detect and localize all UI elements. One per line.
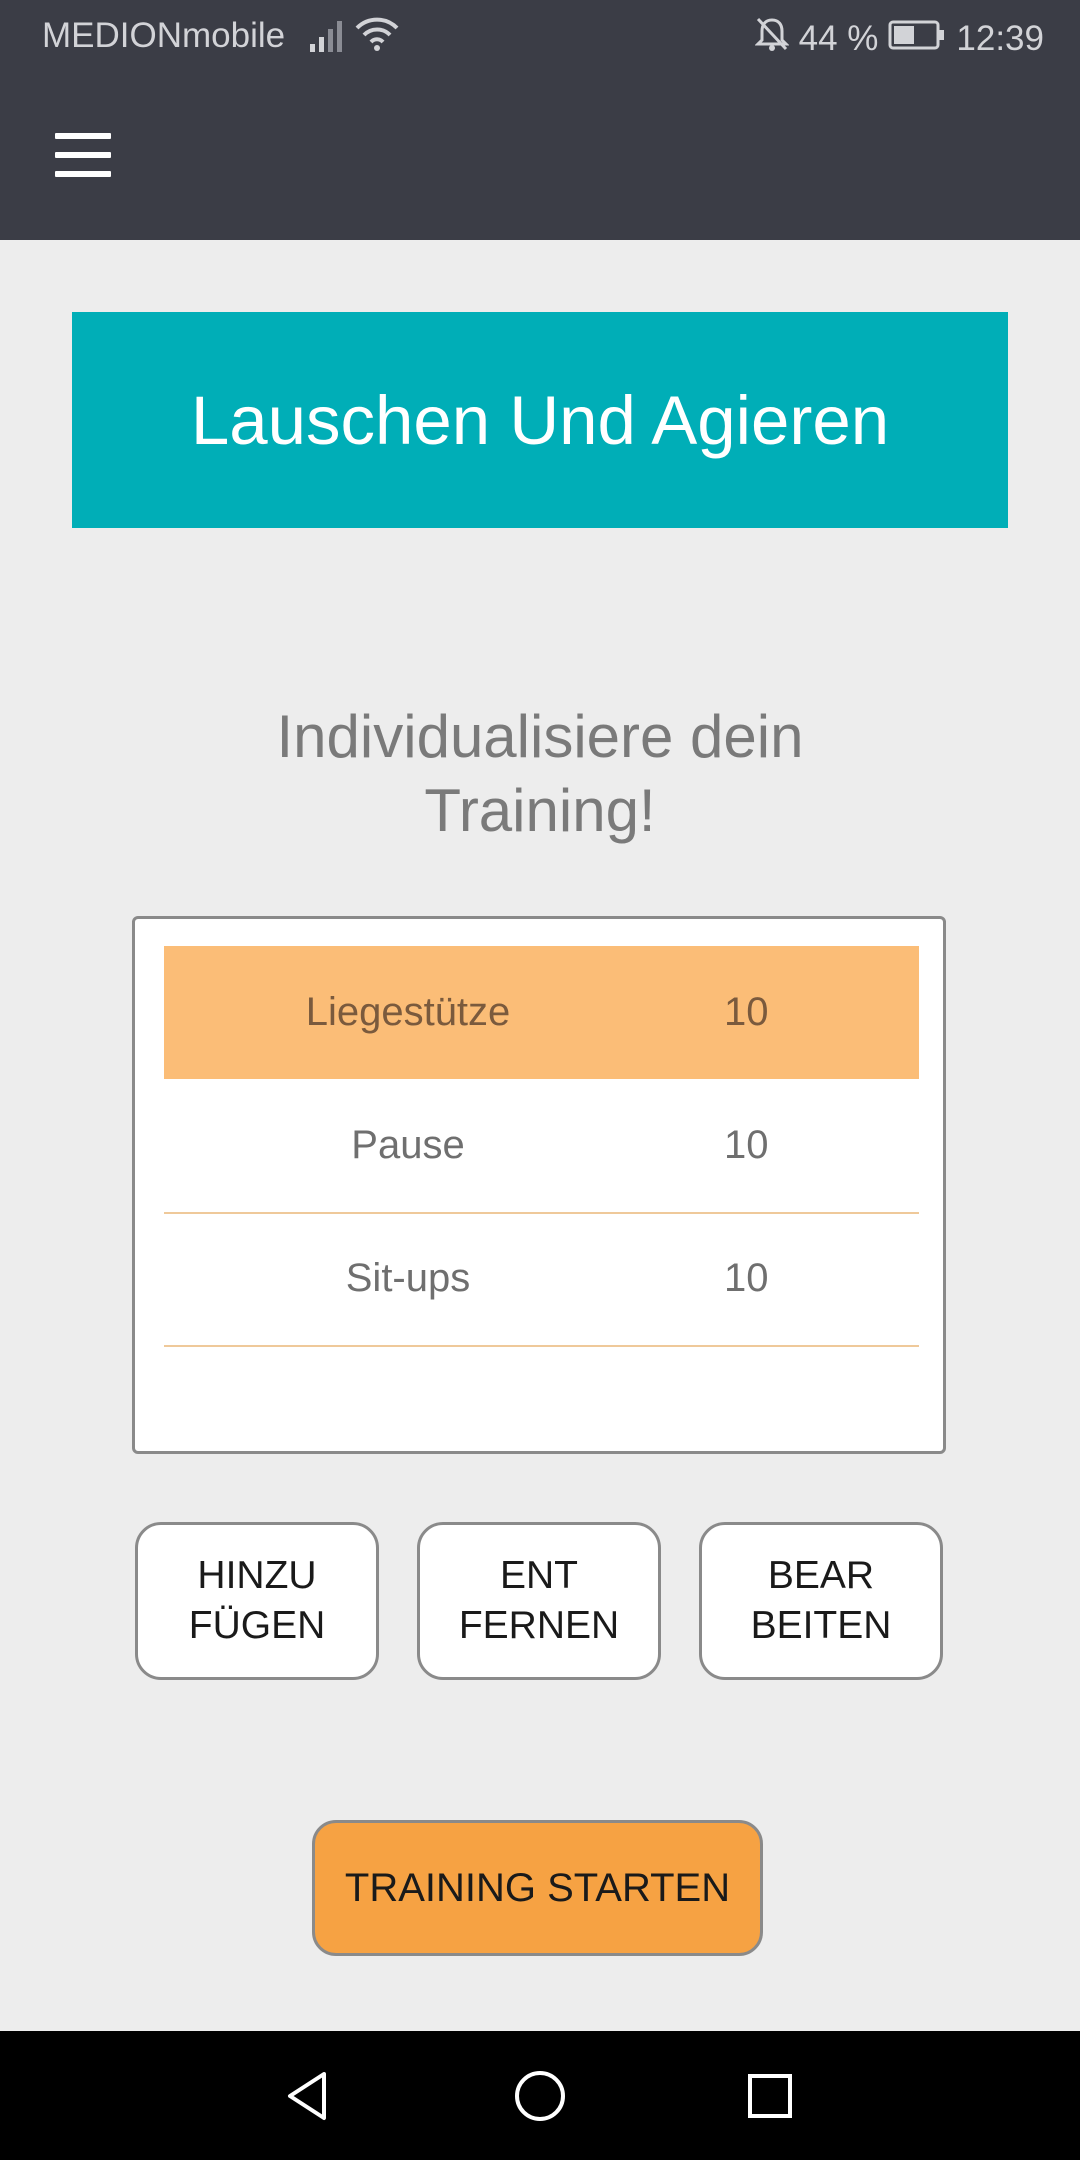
hamburger-menu-icon[interactable] [50, 133, 116, 183]
remove-button[interactable]: ENT FERNEN [417, 1522, 661, 1680]
add-button-line-2: FÜGEN [188, 1604, 326, 1647]
list-item[interactable]: Pause 10 [164, 1079, 919, 1212]
start-training-button[interactable]: TRAINING STARTEN [312, 1820, 763, 1956]
clock: 12:39 [956, 18, 1044, 58]
app-title: Lauschen Und Agieren [190, 381, 890, 459]
remove-button-line-1: ENT [500, 1554, 578, 1597]
signal-icon [310, 20, 346, 61]
page-heading: Individualisiere dein Training! [180, 700, 900, 848]
exercise-list: Liegestütze 10 Pause 10 Sit-ups 10 [132, 916, 946, 1454]
recents-icon[interactable] [740, 2066, 800, 2126]
list-item[interactable]: Sit-ups 10 [164, 1212, 919, 1345]
exercise-name: Liegestütze [305, 990, 511, 1034]
exercise-name: Pause [351, 1123, 465, 1167]
status-bar: MEDIONmobile 44 % 12:39 [0, 0, 1080, 75]
list-divider [164, 1345, 919, 1347]
home-icon[interactable] [510, 2066, 570, 2126]
app-title-banner: Lauschen Und Agieren [72, 312, 1008, 528]
exercise-value: 10 [724, 990, 769, 1034]
edit-button-line-2: BEITEN [750, 1604, 892, 1647]
notifications-off-icon [754, 16, 790, 61]
exercise-name: Sit-ups [345, 1256, 471, 1300]
edit-button-line-1: BEAR [767, 1554, 875, 1597]
wifi-icon [355, 16, 399, 61]
start-training-label: TRAINING STARTEN [344, 1865, 731, 1910]
battery-icon [888, 19, 946, 59]
add-button-line-1: HINZU [197, 1554, 317, 1597]
list-item[interactable]: Liegestütze 10 [164, 946, 919, 1079]
battery-percent: 44 % [798, 18, 879, 58]
heading-line-1: Individualisiere dein [276, 703, 804, 770]
edit-button[interactable]: BEAR BEITEN [699, 1522, 943, 1680]
heading-line-2: Training! [424, 777, 656, 844]
remove-button-line-2: FERNEN [458, 1604, 620, 1647]
exercise-value: 10 [724, 1123, 769, 1167]
system-nav-bar [0, 2031, 1080, 2160]
exercise-value: 10 [724, 1256, 769, 1300]
add-button[interactable]: HINZU FÜGEN [135, 1522, 379, 1680]
app-toolbar [0, 75, 1080, 240]
carrier-name: MEDIONmobile [42, 16, 286, 55]
back-icon[interactable] [278, 2066, 338, 2126]
